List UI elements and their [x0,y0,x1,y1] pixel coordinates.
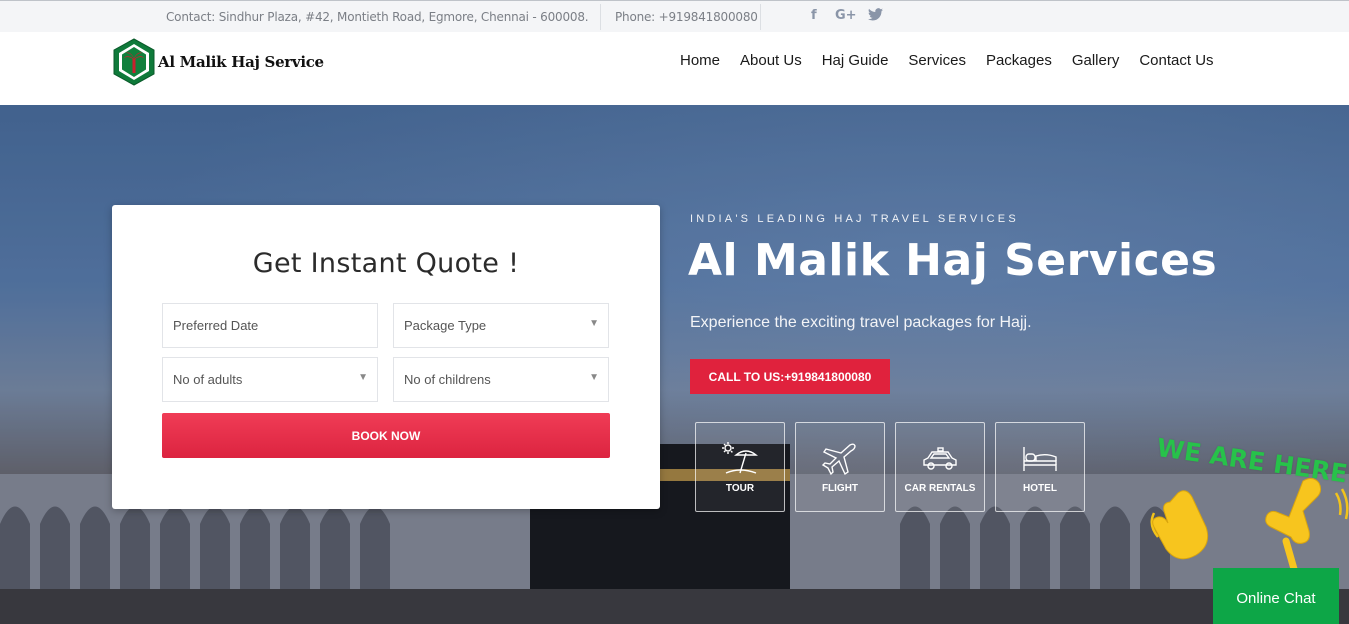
facebook-icon[interactable]: f [811,8,817,23]
contact-phone[interactable]: Phone: +919841800080 [615,10,758,24]
divider [600,4,601,30]
divider [760,4,761,30]
google-plus-icon[interactable]: G+ [835,8,857,23]
dropdown-arrow-icon: ▼ [358,372,368,383]
twitter-icon[interactable] [868,8,883,25]
dropdown-arrow-icon: ▼ [589,318,599,329]
quote-title: Get Instant Quote ! [252,248,520,279]
service-hotel[interactable]: HOTEL [995,422,1085,512]
hero-section: Get Instant Quote ! Preferred Date Packa… [0,105,1349,624]
bed-icon [1023,447,1057,471]
contact-address: Contact: Sindhur Plaza, #42, Montieth Ro… [166,10,589,24]
logo-emblem-icon [113,38,155,86]
dropdown-arrow-icon: ▼ [589,372,599,383]
adults-select[interactable]: No of adults ▼ [162,357,378,402]
preferred-date-input[interactable]: Preferred Date [162,303,378,348]
preferred-date-placeholder: Preferred Date [173,318,259,333]
service-flight-label: FLIGHT [821,483,859,494]
top-bar: Contact: Sindhur Plaza, #42, Montieth Ro… [0,0,1349,32]
service-hotel-label: HOTEL [1023,483,1057,494]
main-nav: Home About Us Haj Guide Services Package… [680,52,1234,69]
nav-haj-guide[interactable]: Haj Guide [822,52,889,69]
waving-hands-icon [1150,477,1349,577]
children-value: No of childrens [404,372,491,387]
logo-text: Al Malik Haj Service [158,53,324,71]
we-are-here-widget[interactable]: WE ARE HERE! [1148,433,1349,583]
children-select[interactable]: No of childrens ▼ [393,357,609,402]
hero-eyebrow: INDIA'S LEADING HAJ TRAVEL SERVICES [690,213,1019,225]
nav-about-us[interactable]: About Us [740,52,802,69]
site-header: Al Malik Haj Service Home About Us Haj G… [0,32,1349,105]
book-now-button[interactable]: BOOK NOW [162,413,610,458]
adults-value: No of adults [173,372,243,387]
nav-services[interactable]: Services [908,52,966,69]
service-car-rentals[interactable]: CAR RENTALS [895,422,985,512]
nav-packages[interactable]: Packages [986,52,1052,69]
nav-gallery[interactable]: Gallery [1072,52,1120,69]
airplane-icon [821,443,856,476]
quote-form: Get Instant Quote ! Preferred Date Packa… [112,205,660,509]
package-type-select[interactable]: Package Type ▼ [393,303,609,348]
nav-contact-us[interactable]: Contact Us [1139,52,1213,69]
service-tour[interactable]: TOUR [695,422,785,512]
online-chat-button[interactable]: Online Chat [1213,568,1339,624]
car-icon [923,447,957,470]
nav-home[interactable]: Home [680,52,720,69]
service-car-rentals-label: CAR RENTALS [904,483,976,494]
site-logo[interactable]: Al Malik Haj Service [112,37,324,87]
hero-title: Al Malik Haj Services [688,235,1218,286]
hero-subtitle: Experience the exciting travel packages … [690,314,1032,331]
beach-umbrella-icon [722,442,758,474]
call-us-button[interactable]: CALL TO US:+919841800080 [690,359,890,394]
service-flight[interactable]: FLIGHT [795,422,885,512]
package-type-value: Package Type [404,318,487,333]
service-tour-label: TOUR [725,483,755,494]
